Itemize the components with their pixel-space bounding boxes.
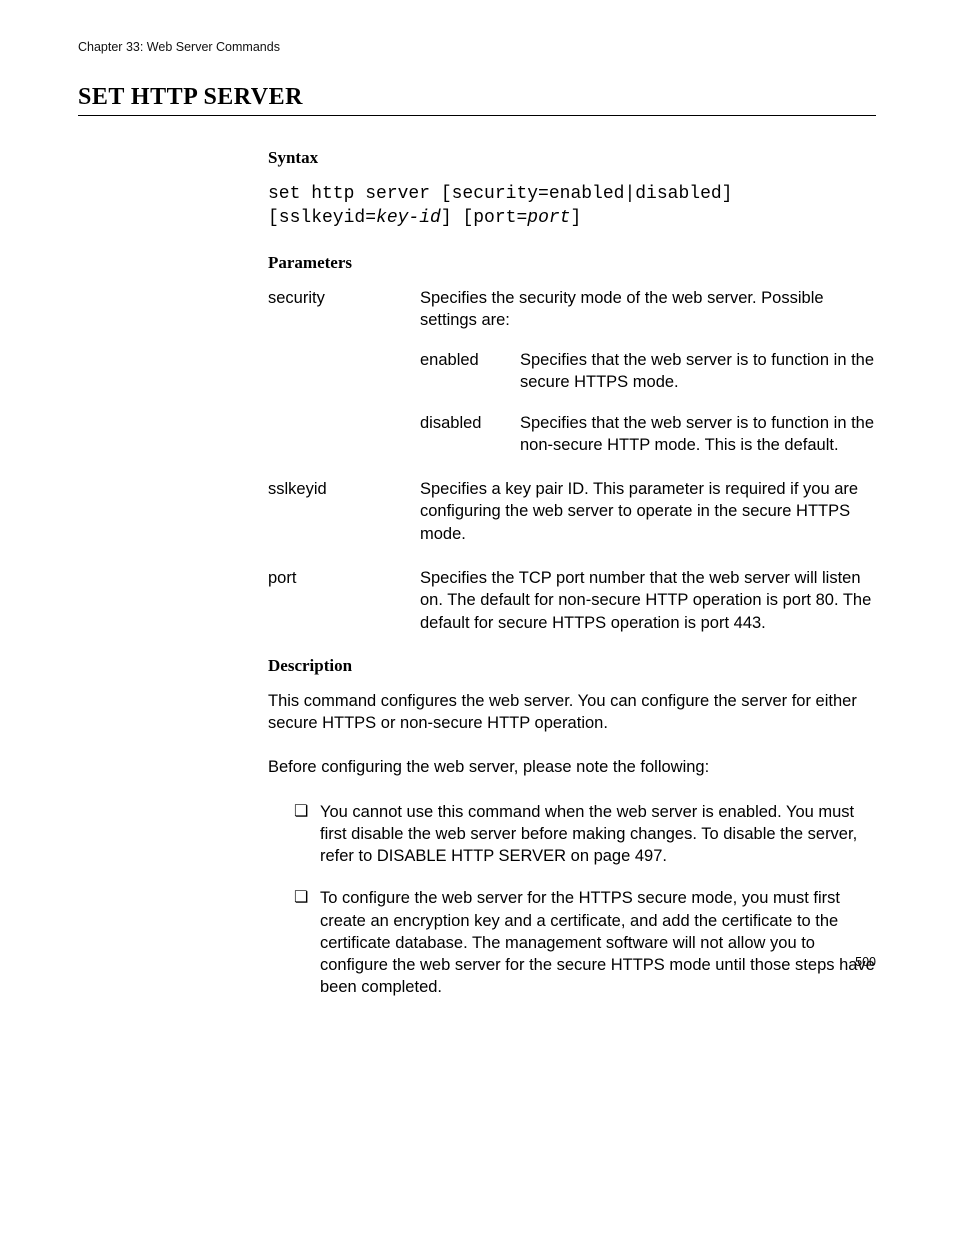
syntax-block: set http server [security=enabled|disabl… bbox=[268, 182, 876, 231]
description-paragraph: Before configuring the web server, pleas… bbox=[268, 756, 876, 778]
param-sub-name: enabled bbox=[420, 349, 520, 394]
syntax-variable: key-id bbox=[376, 208, 441, 228]
param-desc: Specifies the security mode of the web s… bbox=[420, 287, 876, 457]
description-paragraph: This command configures the web server. … bbox=[268, 690, 876, 735]
syntax-text: ] [port= bbox=[441, 208, 527, 228]
param-name: sslkeyid bbox=[268, 478, 420, 545]
description-heading: Description bbox=[268, 656, 876, 676]
parameters-table: security Specifies the security mode of … bbox=[268, 287, 876, 634]
syntax-text: ] bbox=[570, 208, 581, 228]
body-column: Syntax set http server [security=enabled… bbox=[268, 148, 876, 999]
bullet-icon: ❏ bbox=[294, 887, 320, 998]
bullet-icon: ❏ bbox=[294, 801, 320, 868]
param-row-port: port Specifies the TCP port number that … bbox=[268, 567, 876, 634]
list-item: ❏ You cannot use this command when the w… bbox=[294, 801, 876, 868]
page-title: SET HTTP SERVER bbox=[78, 84, 876, 116]
param-subrow-enabled: enabled Specifies that the web server is… bbox=[420, 349, 876, 394]
param-desc: Specifies the TCP port number that the w… bbox=[420, 567, 876, 634]
chapter-header: Chapter 33: Web Server Commands bbox=[78, 40, 876, 54]
page-number: 500 bbox=[855, 955, 876, 969]
param-name: security bbox=[268, 287, 420, 457]
syntax-text: [sslkeyid= bbox=[268, 208, 376, 228]
param-sub-desc: Specifies that the web server is to func… bbox=[520, 412, 876, 457]
param-row-security: security Specifies the security mode of … bbox=[268, 287, 876, 457]
note-list: ❏ You cannot use this command when the w… bbox=[268, 801, 876, 999]
syntax-heading: Syntax bbox=[268, 148, 876, 168]
param-name: port bbox=[268, 567, 420, 634]
parameters-heading: Parameters bbox=[268, 253, 876, 273]
param-desc: Specifies a key pair ID. This parameter … bbox=[420, 478, 876, 545]
list-item-text: You cannot use this command when the web… bbox=[320, 801, 876, 868]
param-sub-desc: Specifies that the web server is to func… bbox=[520, 349, 876, 394]
syntax-variable: port bbox=[527, 208, 570, 228]
param-subrow-disabled: disabled Specifies that the web server i… bbox=[420, 412, 876, 457]
param-row-sslkeyid: sslkeyid Specifies a key pair ID. This p… bbox=[268, 478, 876, 545]
list-item-text: To configure the web server for the HTTP… bbox=[320, 887, 876, 998]
list-item: ❏ To configure the web server for the HT… bbox=[294, 887, 876, 998]
param-desc-text: Specifies the security mode of the web s… bbox=[420, 287, 876, 332]
syntax-text: set http server [security=enabled|disabl… bbox=[268, 184, 732, 204]
param-sub-name: disabled bbox=[420, 412, 520, 457]
